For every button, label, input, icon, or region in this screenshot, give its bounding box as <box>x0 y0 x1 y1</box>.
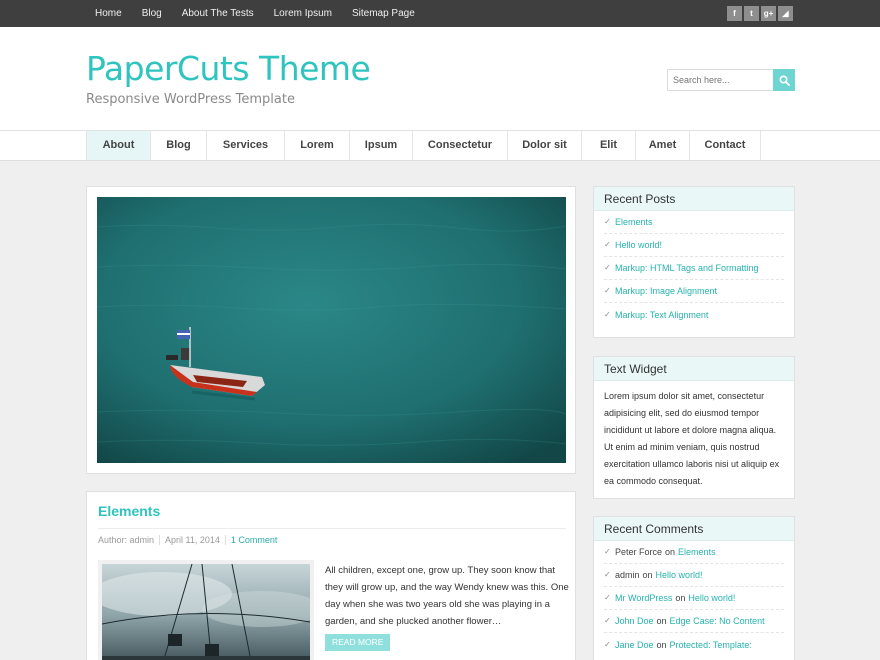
comment-author-link[interactable]: Jane Doe <box>615 634 654 656</box>
nav-elit[interactable]: Elit <box>582 131 636 160</box>
comment-post-link[interactable]: Hello world! <box>656 564 703 586</box>
facebook-icon[interactable]: f <box>727 6 742 21</box>
post-divider <box>98 528 566 529</box>
comment-on-text: on <box>656 616 667 626</box>
recent-posts-widget: Recent Posts ✓ Elements ✓ Hello world! ✓ Ma… <box>593 186 795 338</box>
check-icon: ✓ <box>604 616 611 625</box>
site-description: Responsive WordPress Template <box>86 92 295 107</box>
top-bar: Home Blog About The Tests Lorem Ipsum Si… <box>0 0 880 27</box>
recent-post-link[interactable]: Markup: HTML Tags and Formatting <box>615 257 759 279</box>
recent-post-link[interactable]: Elements <box>615 211 653 233</box>
recent-post-link[interactable]: Markup: Image Alignment <box>615 280 717 302</box>
comment-author: Peter Force <box>615 547 663 557</box>
text-widget-title: Text Widget <box>594 357 794 381</box>
check-icon: ✓ <box>604 263 611 272</box>
recent-post-link[interactable]: Markup: Text Alignment <box>615 304 708 326</box>
post-thumbnail[interactable] <box>98 560 314 660</box>
check-icon: ✓ <box>604 309 611 319</box>
topnav-blog[interactable]: Blog <box>132 0 172 27</box>
comment-post-link[interactable]: Edge Case: No Content <box>670 610 765 632</box>
comment-post-link[interactable]: Hello world! <box>688 587 735 609</box>
search-form <box>667 69 795 91</box>
list-item: ✓ Mr WordPress on Hello world! <box>604 587 784 610</box>
comment-post-link[interactable]: Elements <box>678 541 716 563</box>
site-header: PaperCuts Theme Responsive WordPress Tem… <box>0 27 880 131</box>
comment-on-text: on <box>675 593 686 603</box>
post-card: Elements Author: admin April 11, 2014 1 … <box>86 491 576 660</box>
recent-comments-widget: Recent Comments ✓ Peter Force on Elements ✓… <box>593 516 795 660</box>
comment-on-text: on <box>656 639 667 650</box>
list-item: ✓ Markup: Image Alignment <box>604 280 784 303</box>
site-title[interactable]: PaperCuts Theme <box>86 49 371 88</box>
read-more-button[interactable]: READ MORE <box>325 634 391 651</box>
topnav-home[interactable]: Home <box>85 0 132 27</box>
search-input[interactable] <box>667 69 773 91</box>
check-icon: ✓ <box>604 217 611 226</box>
post-date: April 11, 2014 <box>160 535 226 545</box>
featured-image[interactable] <box>97 197 566 463</box>
comment-on-text: on <box>642 570 653 580</box>
comment-on-text: on <box>665 547 676 557</box>
post-title[interactable]: Elements <box>98 503 160 519</box>
topnav-lorem-ipsum[interactable]: Lorem Ipsum <box>264 0 342 27</box>
top-navigation: Home Blog About The Tests Lorem Ipsum Si… <box>85 0 425 27</box>
nav-amet[interactable]: Amet <box>636 131 690 160</box>
search-icon <box>778 74 790 86</box>
check-icon: ✓ <box>604 639 611 649</box>
post-comments-link[interactable]: 1 Comment <box>226 535 283 545</box>
check-icon: ✓ <box>604 570 611 579</box>
check-icon: ✓ <box>604 593 611 602</box>
recent-comments-title: Recent Comments <box>594 517 794 541</box>
social-links: f t g+ ◢ <box>727 6 793 21</box>
twitter-icon[interactable]: t <box>744 6 759 21</box>
nav-ipsum[interactable]: Ipsum <box>350 131 413 160</box>
list-item: ✓ John Doe on Edge Case: No Content <box>604 610 784 633</box>
post-meta: Author: admin April 11, 2014 1 Comment <box>98 535 282 545</box>
check-icon: ✓ <box>604 240 611 249</box>
nav-services[interactable]: Services <box>207 131 285 160</box>
text-widget-body: Lorem ipsum dolor sit amet, consectetur … <box>604 391 780 486</box>
nav-blog[interactable]: Blog <box>151 131 207 160</box>
list-item: ✓ Jane Doe on Protected: Template: <box>604 633 784 656</box>
topnav-sitemap-page[interactable]: Sitemap Page <box>342 0 425 27</box>
nav-contact[interactable]: Contact <box>690 131 761 160</box>
nav-dolor-sit[interactable]: Dolor sit <box>508 131 582 160</box>
googleplus-icon[interactable]: g+ <box>761 6 776 21</box>
comment-post-link[interactable]: Protected: Template: <box>670 634 752 656</box>
recent-posts-title: Recent Posts <box>594 187 794 211</box>
list-item: ✓ Peter Force on Elements <box>604 541 784 564</box>
topnav-about-the-tests[interactable]: About The Tests <box>172 0 264 27</box>
check-icon: ✓ <box>604 547 611 556</box>
list-item: ✓ admin on Hello world! <box>604 564 784 587</box>
search-button[interactable] <box>773 69 795 91</box>
check-icon: ✓ <box>604 286 611 295</box>
list-item: ✓ Markup: Text Alignment <box>604 303 784 326</box>
comment-author: admin <box>615 570 640 580</box>
recent-post-link[interactable]: Hello world! <box>615 234 662 256</box>
text-widget: Text Widget Lorem ipsum dolor sit amet, … <box>593 356 795 499</box>
post-excerpt: All children, except one, grow up. They … <box>325 565 569 627</box>
featured-image-box <box>86 186 576 474</box>
nav-lorem[interactable]: Lorem <box>285 131 350 160</box>
nav-consectetur[interactable]: Consectetur <box>413 131 508 160</box>
main-navigation: About Blog Services Lorem Ipsum Consecte… <box>0 131 880 161</box>
comment-author-link[interactable]: John Doe <box>615 610 654 632</box>
list-item: ✓ Markup: HTML Tags and Formatting <box>604 257 784 280</box>
post-author: Author: admin <box>98 535 161 545</box>
nav-about[interactable]: About <box>87 131 151 160</box>
list-item: ✓ Hello world! <box>604 234 784 257</box>
comment-author-link[interactable]: Mr WordPress <box>615 587 672 609</box>
list-item: ✓ Elements <box>604 211 784 234</box>
rss-icon[interactable]: ◢ <box>778 6 793 21</box>
